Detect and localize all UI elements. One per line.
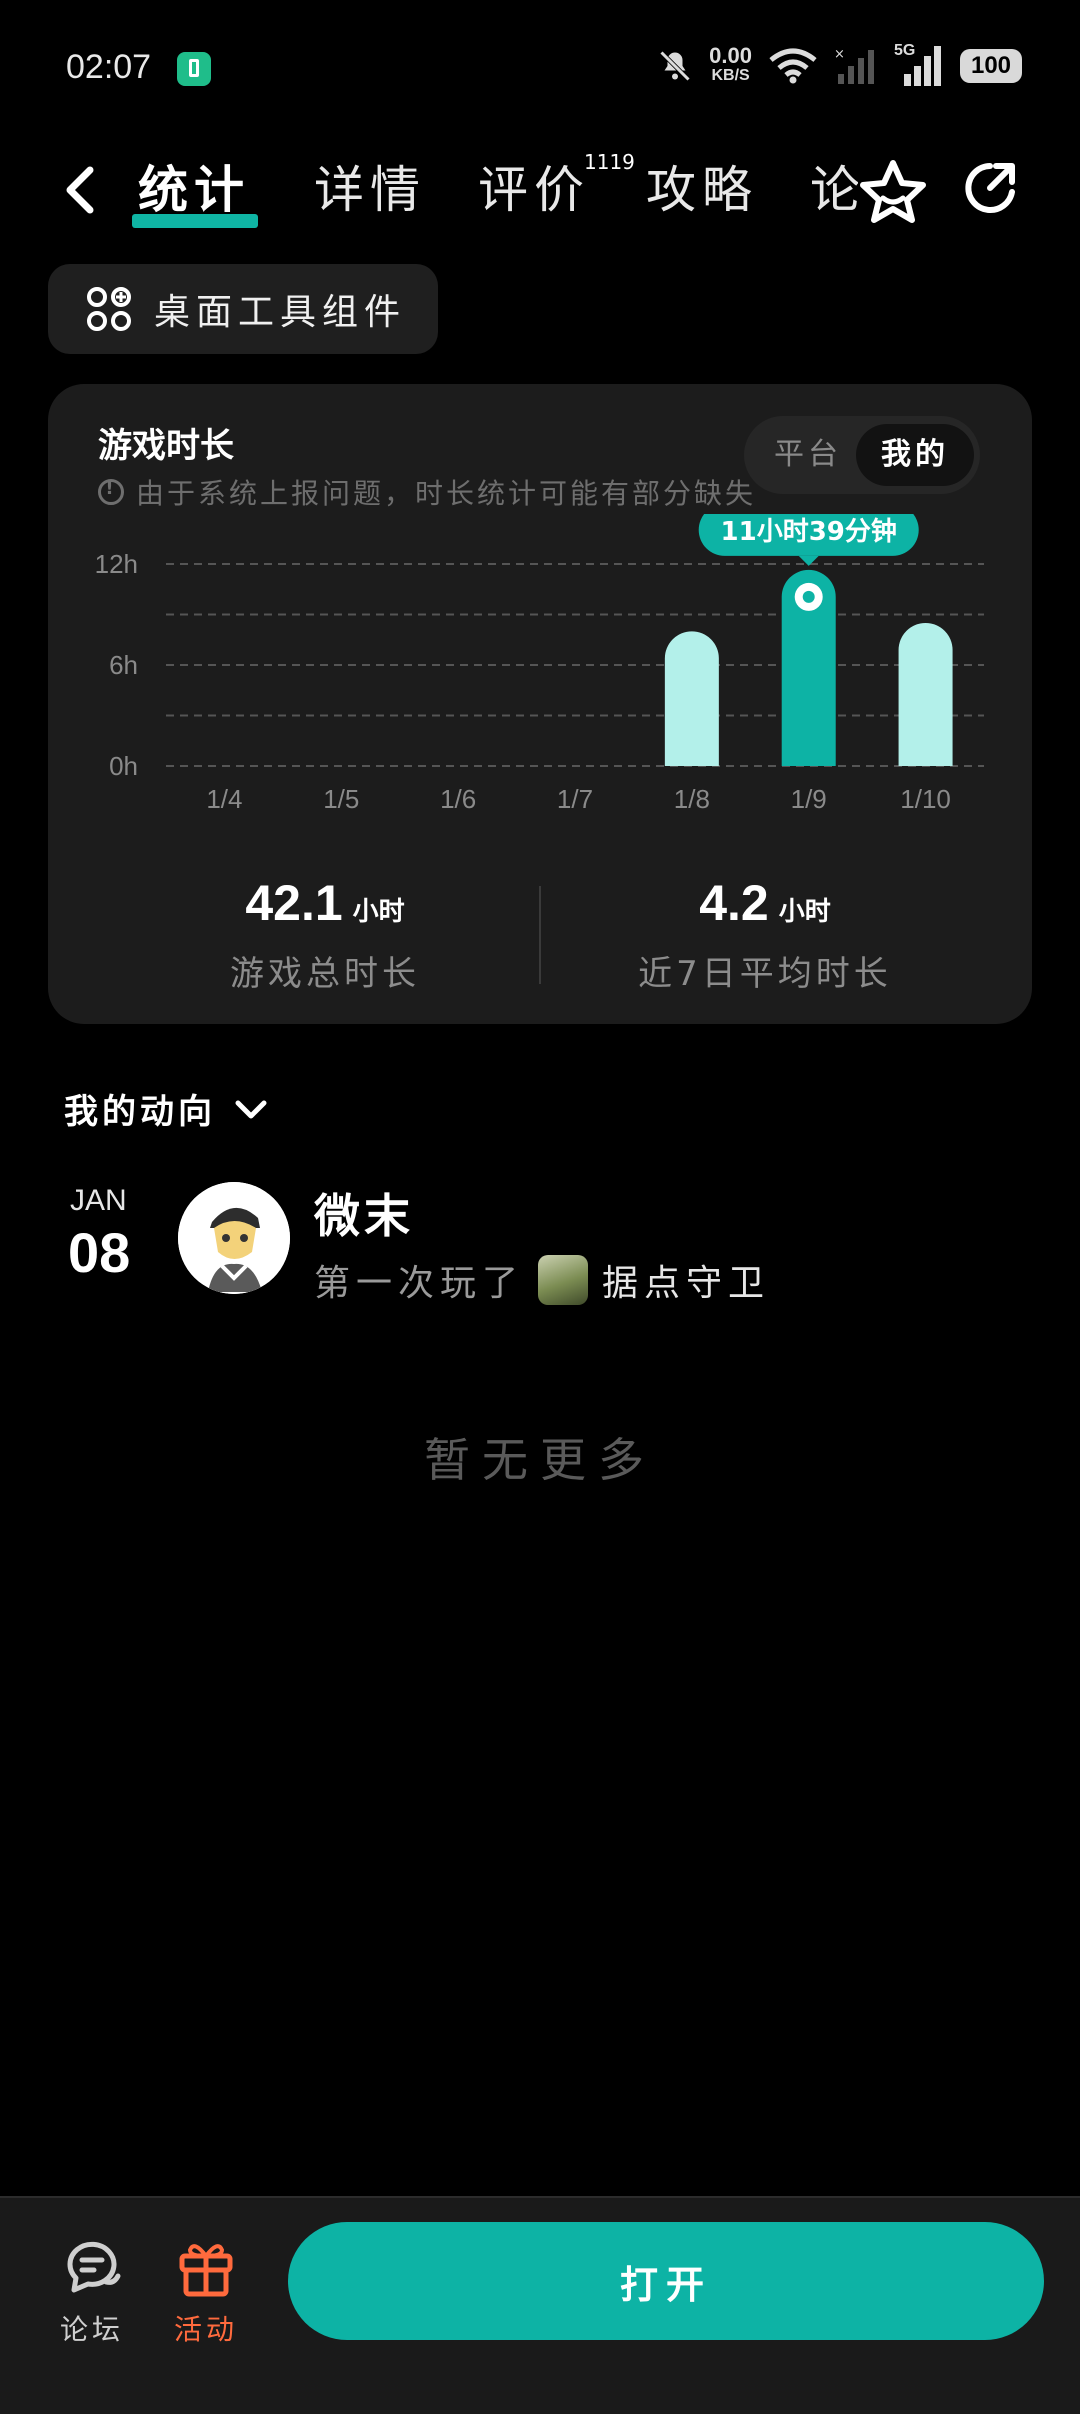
playtime-chart: 0h 6h 12h 1/4 1/5 1/6 1/7 1/8 1/9 11小时39分钟 1/10: [95, 514, 984, 814]
share-icon[interactable]: [960, 158, 1020, 218]
card-title: 游戏时长: [98, 426, 234, 466]
bar: [898, 622, 953, 766]
activity-section-title: 我的动向: [64, 1092, 216, 1132]
net-speed-value: 0.00: [709, 43, 752, 68]
tab-forum[interactable]: 论: [810, 150, 858, 222]
net-speed: 0.00 KB/S: [709, 43, 752, 86]
status-time: 02:07: [66, 48, 152, 86]
tab-stats[interactable]: 统计: [138, 150, 250, 222]
x-tick-label: 1/8: [674, 784, 710, 814]
star-icon[interactable]: [858, 158, 928, 224]
bar-marker-dot: [802, 590, 815, 603]
tab-reviews[interactable]: 评价: [478, 150, 590, 222]
open-game-button[interactable]: 打开: [288, 2222, 1044, 2340]
gift-icon: [179, 2244, 233, 2297]
y-tick-label: 12h: [95, 549, 138, 579]
y-tick-label: 0h: [109, 751, 138, 781]
metric-average-caption: 近7日平均时长: [638, 954, 892, 994]
game-thumbnail[interactable]: [538, 1255, 589, 1305]
tab-guides[interactable]: 攻略: [646, 150, 758, 222]
desktop-widget-button[interactable]: 桌面工具组件: [48, 264, 438, 354]
x-tick-label: 1/10: [900, 784, 951, 814]
nav-events-label: 活动: [173, 2313, 238, 2346]
x-tick-label: 1/4: [206, 784, 242, 814]
metric-total: 42.1 小时 游戏总时长: [110, 874, 540, 995]
activity-month: JAN: [70, 1184, 127, 1217]
metric-total-caption: 游戏总时长: [230, 954, 420, 994]
mute-icon: [660, 50, 691, 82]
tooltip-text: 11小时39分钟: [721, 516, 897, 547]
nav-forum[interactable]: 论坛: [42, 2236, 142, 2348]
info-icon: [98, 478, 124, 505]
metric-total-unit: 小时: [352, 897, 405, 927]
metric-average: 4.2 小时 近7日平均时长: [550, 874, 980, 995]
battery-indicator: 100: [960, 49, 1022, 83]
activity-day: 08: [68, 1221, 131, 1284]
tab-active-indicator: [132, 214, 258, 228]
metric-average-value: 4.2: [699, 875, 769, 931]
nav-forum-label: 论坛: [59, 2313, 124, 2346]
scope-toggle[interactable]: 平台 我的: [744, 416, 980, 494]
battery-saver-icon: [177, 52, 211, 86]
avatar[interactable]: [178, 1182, 290, 1294]
widget-grid-icon: [87, 287, 131, 331]
x-tick-label: 1/5: [323, 784, 359, 814]
no-more-text: 暂无更多: [424, 1433, 656, 1487]
chevron-down-icon: [235, 1100, 267, 1118]
signal-icon: [904, 46, 941, 86]
activity-text: 第一次玩了 据点守卫: [314, 1254, 770, 1306]
toggle-mine[interactable]: 我的: [856, 424, 974, 486]
status-icons: 0.00 KB/S × 5G 100: [657, 42, 1022, 88]
x-tick-label: 1/7: [557, 784, 593, 814]
card-note: 由于系统上报问题，时长统计可能有部分缺失: [98, 472, 756, 512]
tab-details[interactable]: 详情: [314, 150, 426, 222]
activity-game-title[interactable]: 据点守卫: [602, 1254, 770, 1306]
forum-icon: [67, 2241, 121, 2293]
activity-action: 第一次玩了: [314, 1263, 525, 1304]
card-note-text: 由于系统上报问题，时长统计可能有部分缺失: [136, 477, 757, 510]
net-speed-unit: KB/S: [711, 67, 750, 84]
playtime-card: 游戏时长 由于系统上报问题，时长统计可能有部分缺失 平台 我的 0h 6h 12h 1…: [48, 384, 1032, 1024]
review-count-badge: 1119: [584, 150, 635, 174]
toggle-platform[interactable]: 平台: [758, 424, 858, 486]
bottom-action-bar: 论坛 活动 打开: [0, 2196, 1080, 2414]
nav-events[interactable]: 活动: [156, 2236, 256, 2348]
x-tick-label: 1/9: [791, 784, 827, 814]
metric-divider: [539, 886, 541, 984]
back-icon[interactable]: [56, 160, 106, 220]
signal-empty-icon: ×: [834, 47, 874, 84]
svg-text:×: ×: [834, 47, 845, 62]
bar: [664, 631, 719, 766]
x-tick-label: 1/6: [440, 784, 476, 814]
wifi-icon: [769, 48, 817, 84]
metric-total-value: 42.1: [245, 875, 343, 931]
avatar-image: [178, 1182, 290, 1294]
y-tick-label: 6h: [109, 650, 138, 680]
widget-button-label: 桌面工具组件: [154, 292, 407, 333]
activity-user-name[interactable]: 微末: [314, 1180, 414, 1246]
activity-section-toggle[interactable]: 我的动向: [64, 1084, 268, 1133]
metric-average-unit: 小时: [778, 897, 831, 927]
signal-5g: 5G: [894, 42, 944, 88]
